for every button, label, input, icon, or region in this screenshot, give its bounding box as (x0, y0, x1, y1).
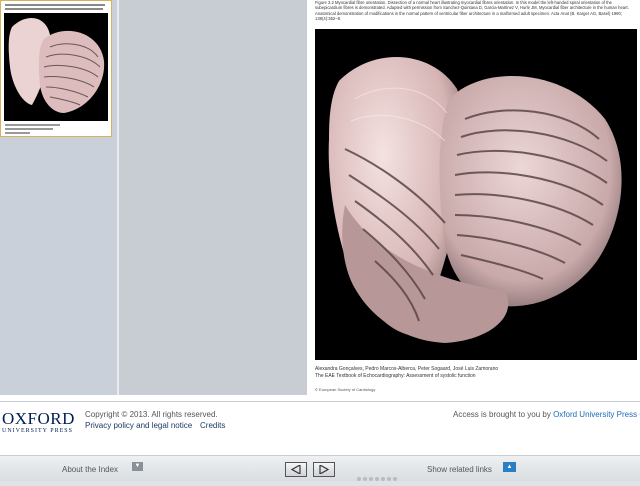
heart-figure-image (315, 29, 637, 360)
access-statement: Access is brought to you by Oxford Unive… (453, 410, 640, 419)
content-gutter (117, 0, 309, 395)
thumbnail-footer-lines (5, 124, 65, 136)
access-prefix: Access is brought to you by (453, 410, 551, 419)
show-related-links[interactable]: Show related links (427, 465, 492, 474)
about-index-link[interactable]: About the Index (62, 465, 118, 474)
slide-dot[interactable] (375, 477, 379, 481)
oxford-logo[interactable]: OXFORD UNIVERSITY PRESS (2, 410, 75, 434)
thumbnail-heart-image (4, 13, 108, 121)
access-organization-link[interactable]: Oxford University Press - (553, 410, 640, 419)
slide-dot[interactable] (363, 477, 367, 481)
about-index-toggle-icon[interactable]: ▼ (132, 462, 143, 471)
logo-subtitle: UNIVERSITY PRESS (2, 428, 73, 434)
logo-wordmark: OXFORD (2, 409, 75, 428)
bottom-navigation-bar: About the Index ▼ Show related links ▲ (0, 455, 640, 481)
previous-slide-button[interactable] (285, 462, 307, 477)
thumbnail-panel (0, 0, 117, 395)
book-title-line[interactable]: The EAE Textbook of Echocardiography: As… (315, 373, 637, 380)
credits-link[interactable]: Credits (200, 421, 225, 430)
slide-thumbnail[interactable] (0, 0, 112, 137)
slide-dot[interactable] (393, 477, 397, 481)
figure-caption: Figure 3.2 Myocardial fibre orientation.… (315, 0, 629, 21)
slide-position-dots[interactable] (357, 468, 399, 486)
arrow-left-icon (291, 465, 301, 474)
thumbnail-caption-lines (5, 4, 105, 12)
slide-dot[interactable] (381, 477, 385, 481)
document-page: Figure 3.2 Myocardial fibre orientation.… (307, 0, 640, 395)
footer-divider (0, 401, 640, 402)
slide-dot[interactable] (357, 477, 361, 481)
privacy-policy-link[interactable]: Privacy policy and legal notice (85, 421, 192, 430)
copyright-notice: Copyright © 2013. All rights reserved. (85, 410, 218, 419)
related-links-toggle-icon[interactable]: ▲ (503, 462, 516, 472)
figure-copyright: © European Society of Cardiology (315, 387, 376, 392)
slide-dot[interactable] (369, 477, 373, 481)
slide-dot[interactable] (387, 477, 391, 481)
figure-authors: Alexandra Gonçalves, Pedro Marcos-Alberc… (315, 366, 637, 379)
arrow-right-icon (319, 465, 329, 474)
next-slide-button[interactable] (313, 462, 335, 477)
